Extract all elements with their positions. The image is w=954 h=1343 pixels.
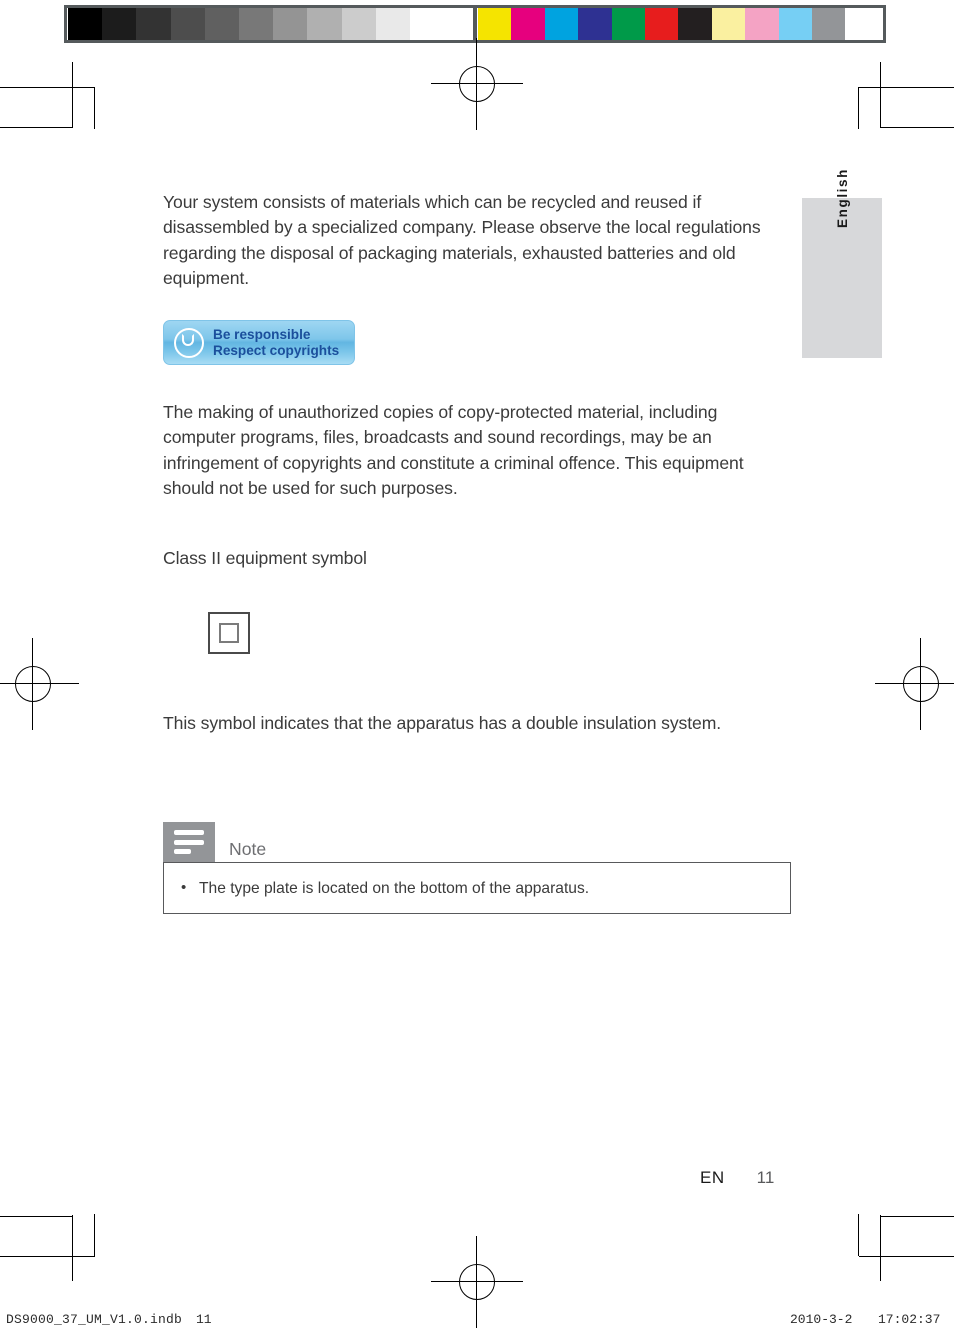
- color-swatch-8: [745, 8, 779, 40]
- class-ii-inner-square: [219, 623, 239, 643]
- grayscale-swatch-8: [341, 8, 376, 40]
- crop-mark-line: [881, 1216, 954, 1218]
- print-time: 17:02:37: [878, 1312, 941, 1327]
- double-insulation-block: This symbol indicates that the apparatus…: [163, 711, 785, 736]
- grayscale-swatch-4: [204, 8, 239, 40]
- class-ii-heading-block: Class II equipment symbol: [163, 546, 785, 571]
- grayscale-swatch-10: [409, 8, 445, 40]
- crop-mark-line: [94, 1214, 96, 1256]
- crop-mark-line: [880, 1215, 882, 1281]
- crop-mark-line: [859, 87, 954, 89]
- badge-text: Be responsible Respect copyrights: [213, 327, 339, 358]
- note-lines-icon: [163, 822, 215, 862]
- paragraph-double-insulation: This symbol indicates that the apparatus…: [163, 713, 722, 733]
- crop-mark-line: [0, 1256, 95, 1258]
- color-swatch-3: [578, 8, 612, 40]
- note-box: Note The type plate is located on the bo…: [163, 822, 791, 914]
- color-calibration-strip: [478, 8, 846, 40]
- color-swatch-6: [678, 8, 712, 40]
- color-swatch-4: [611, 8, 645, 40]
- source-sheet-number: 11: [196, 1312, 212, 1327]
- grayscale-swatch-1: [102, 8, 137, 40]
- crop-mark-line: [0, 87, 95, 89]
- color-swatch-0: [478, 8, 512, 40]
- note-content: The type plate is located on the bottom …: [163, 862, 791, 914]
- color-swatch-10: [811, 8, 846, 40]
- print-date: 2010-3-2: [790, 1312, 853, 1327]
- color-swatch-9: [778, 8, 812, 40]
- crop-mark-line: [94, 87, 96, 129]
- registration-target: [875, 638, 954, 730]
- crop-mark-line: [0, 1216, 73, 1218]
- paragraph-recycling: Your system consists of materials which …: [163, 192, 761, 289]
- page-footer: EN 11: [700, 1168, 774, 1188]
- smiley-circle-icon: [174, 327, 204, 358]
- crop-mark-line: [72, 62, 74, 128]
- badge-line-2: Respect copyrights: [213, 342, 340, 358]
- color-swatch-5: [644, 8, 679, 40]
- paragraph-copyright: The making of unauthorized copies of cop…: [163, 402, 744, 499]
- registration-target: [0, 638, 79, 730]
- page-language-code: EN: [700, 1168, 725, 1187]
- copyright-block: The making of unauthorized copies of cop…: [163, 400, 785, 502]
- grayscale-swatch-9: [375, 8, 410, 40]
- manual-page: English Your system consists of material…: [0, 0, 954, 1343]
- page-number: 11: [756, 1168, 775, 1187]
- color-swatch-1: [511, 8, 545, 40]
- crop-mark-line: [881, 127, 954, 129]
- note-item-list: The type plate is located on the bottom …: [178, 877, 589, 899]
- language-tab: English: [802, 168, 882, 358]
- page-content: Your system consists of materials which …: [163, 190, 785, 292]
- grayscale-swatch-0: [68, 8, 103, 40]
- grayscale-calibration-strip: [68, 8, 445, 40]
- grayscale-swatch-3: [170, 8, 205, 40]
- class-ii-double-insulation-icon: [208, 612, 250, 654]
- color-swatch-2: [544, 8, 579, 40]
- note-item: The type plate is located on the bottom …: [178, 877, 589, 899]
- crop-mark-line: [858, 1214, 860, 1256]
- grayscale-swatch-2: [136, 8, 171, 40]
- crop-mark-line: [859, 1256, 954, 1258]
- respect-copyrights-badge: Be responsible Respect copyrights: [163, 320, 355, 365]
- grayscale-swatch-5: [238, 8, 274, 40]
- note-title: Note: [229, 839, 267, 859]
- crop-mark-line: [0, 127, 73, 129]
- heading-class-ii: Class II equipment symbol: [163, 548, 367, 568]
- color-swatch-7: [711, 8, 746, 40]
- print-metadata-footer: DS9000_37_UM_V1.0.indb 11 2010-3-2 17:02…: [0, 1312, 954, 1336]
- grayscale-swatch-7: [307, 8, 342, 40]
- grayscale-swatch-6: [273, 8, 308, 40]
- language-tab-label: English: [834, 168, 850, 228]
- badge-line-1: Be responsible: [213, 327, 311, 342]
- source-file-name: DS9000_37_UM_V1.0.indb: [6, 1312, 183, 1327]
- note-header: Note: [163, 822, 791, 862]
- registration-target: [431, 38, 523, 130]
- crop-mark-line: [72, 1215, 74, 1281]
